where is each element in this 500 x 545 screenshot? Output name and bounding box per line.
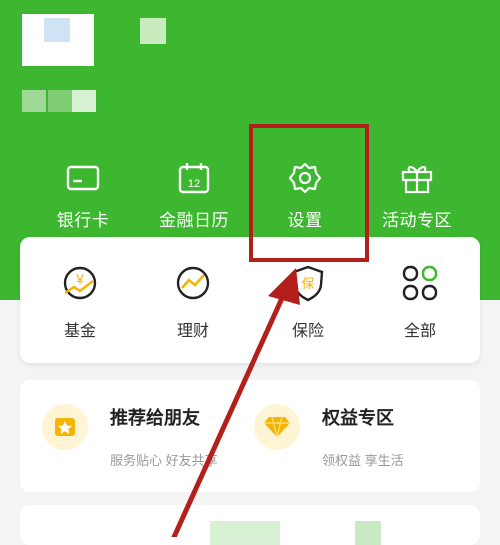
quick-action-finance-calendar[interactable]: 12 金融日历 (139, 160, 249, 240)
service-fund[interactable]: ￥ 基金 (25, 263, 135, 353)
gear-icon (287, 160, 323, 196)
gift-icon (399, 160, 435, 196)
quick-action-bank-card[interactable]: 银行卡 (28, 160, 138, 240)
promo-subtitle: 领权益 享生活 (322, 453, 404, 468)
fund-icon-symbol: ￥ (73, 273, 86, 288)
promo-recommend-friends[interactable]: 推荐给朋友 服务贴心 好友共享 (42, 400, 242, 476)
promo-card: 推荐给朋友 服务贴心 好友共享 权益专区 领权益 享生活 (20, 380, 480, 492)
avatar-pixel (44, 18, 70, 42)
service-wealth[interactable]: 理财 (138, 263, 248, 353)
bank-card-icon (65, 160, 101, 196)
bottom-card (20, 505, 480, 545)
insurance-icon-char: 保 (301, 277, 314, 292)
star-badge-icon (42, 404, 88, 450)
blurred-content (355, 521, 381, 545)
calendar-day-text: 12 (188, 178, 200, 190)
quick-action-label: 设置 (287, 211, 323, 230)
quick-action-settings[interactable]: 设置 (250, 160, 360, 240)
promo-benefits-zone[interactable]: 权益专区 领权益 享生活 (254, 400, 464, 476)
account-info-pixel (22, 90, 46, 112)
quick-action-label: 银行卡 (56, 211, 110, 230)
service-label: 全部 (403, 323, 436, 340)
fund-icon: ￥ (60, 263, 100, 303)
diamond-icon (254, 404, 300, 450)
blurred-content (210, 521, 280, 545)
service-label: 保险 (291, 323, 324, 340)
account-info-pixel (72, 90, 96, 112)
service-label: 理财 (176, 323, 209, 340)
service-insurance[interactable]: 保 保险 (253, 263, 363, 353)
service-all[interactable]: 全部 (365, 263, 475, 353)
account-info-pixel (48, 90, 72, 112)
promo-title: 推荐给朋友 (110, 408, 200, 428)
wealth-icon (173, 263, 213, 303)
grid-icon (400, 263, 440, 303)
quick-action-events[interactable]: 活动专区 (362, 160, 472, 240)
promo-subtitle: 服务贴心 好友共享 (110, 453, 218, 468)
username-pixel (140, 18, 166, 44)
promo-title: 权益专区 (322, 408, 394, 428)
service-label: 基金 (63, 323, 96, 340)
quick-action-label: 金融日历 (159, 211, 229, 230)
quick-action-label: 活动专区 (382, 211, 452, 230)
insurance-icon: 保 (288, 263, 328, 303)
calendar-icon: 12 (176, 160, 212, 196)
services-card: ￥ 基金 理财 保 保险 全部 (20, 237, 480, 363)
quick-actions-row: 银行卡 12 金融日历 设置 活动专区 (0, 160, 500, 240)
